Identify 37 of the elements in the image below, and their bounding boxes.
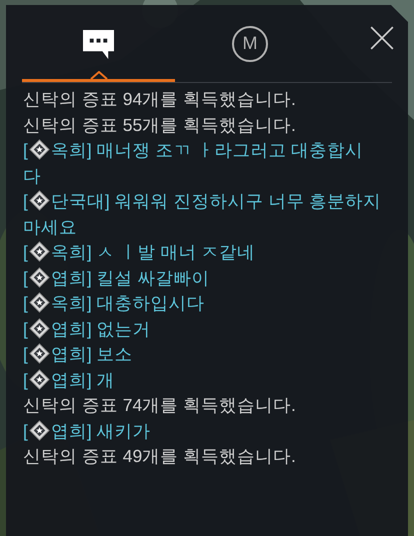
chat-message: 엽희] 보소 (50, 344, 133, 364)
bracket: [ (23, 242, 28, 262)
chat-message: 엽희] 킬설 싸갈빠이 (50, 268, 210, 288)
rank-badge-icon (28, 190, 50, 211)
chat-message: 엽희] 없는거 (50, 318, 151, 338)
rank-badge-icon (28, 368, 50, 390)
bracket: [ (23, 191, 28, 211)
close-icon[interactable] (369, 25, 395, 51)
chat-message: 마세요 (23, 216, 77, 236)
rank-badge-icon (28, 266, 50, 288)
rank-badge-icon (28, 139, 50, 160)
system-message: 신탁의 증표 55개를 획득했습니다. (23, 114, 296, 134)
bracket: [ (23, 293, 28, 313)
bracket: [ (23, 268, 28, 288)
rank-badge-icon (28, 343, 50, 364)
rank-badge-icon (28, 420, 50, 440)
system-message: 신탁의 증표 49개를 획득했습니다. (23, 446, 296, 466)
rank-badge-icon (28, 292, 50, 313)
bracket: [ (23, 318, 28, 338)
system-message: 신탁의 증표 94개를 획득했습니다. (23, 89, 296, 109)
chat-message: 다 (23, 166, 41, 186)
bracket: [ (23, 370, 28, 390)
chat-message: 엽희] 새키가 (50, 420, 151, 440)
rank-badge-icon (28, 318, 50, 338)
bracket: [ (23, 420, 28, 440)
m-tab[interactable]: M (175, 5, 325, 82)
chat-message: 옥희] 대충하입시다 (50, 293, 205, 313)
chat-message: 옥희] ㅅ ㅣ발 매너 ㅈ같네 (50, 242, 256, 262)
speech-bubble-icon (82, 28, 115, 60)
chat-message: 옥희] 매너쟁 조ㄲ ㅏ라그러고 대충합시 (50, 140, 364, 160)
system-message: 신탁의 증표 74개를 획득했습니다. (23, 395, 296, 415)
chat-message: 엽희] 개 (50, 370, 115, 390)
chat-message: 단국대] 워워워 진정하시구 너무 흥분하지 (50, 191, 382, 211)
bracket: [ (23, 140, 28, 160)
caret-icon (90, 71, 108, 80)
rank-badge-icon (28, 241, 50, 262)
bracket: [ (23, 344, 28, 364)
